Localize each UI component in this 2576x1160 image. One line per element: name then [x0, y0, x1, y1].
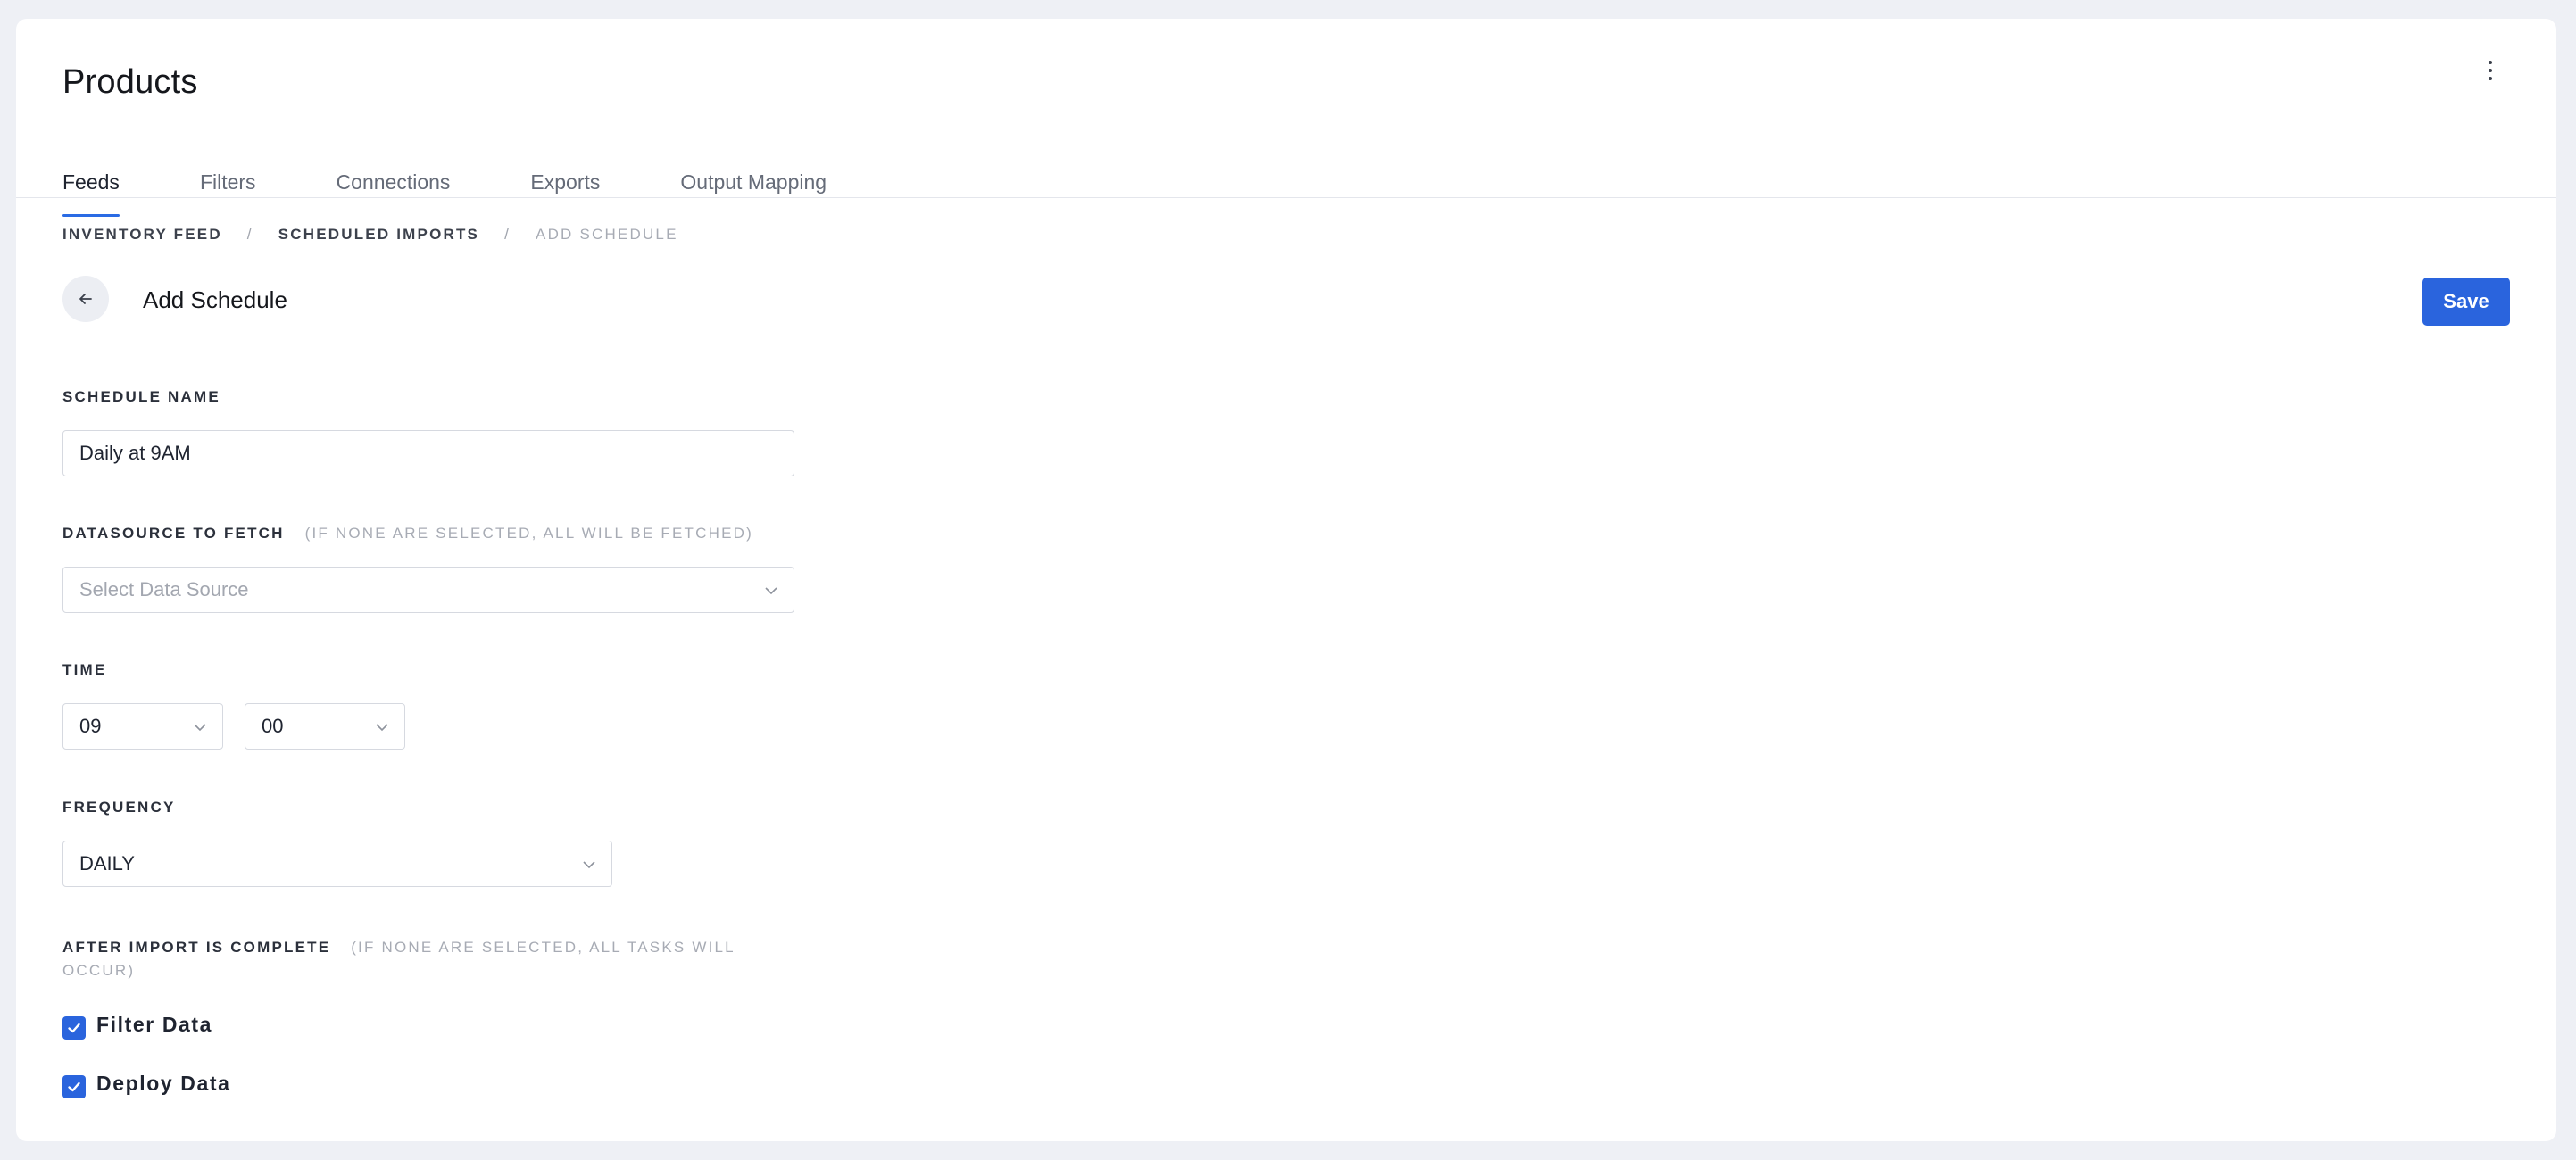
datasource-label: DATASOURCE TO FETCH (IF NONE ARE SELECTE… [62, 525, 753, 543]
tab-output-mapping[interactable]: Output Mapping [680, 151, 827, 217]
breadcrumb-separator: / [246, 226, 253, 243]
hour-value: 09 [79, 715, 102, 737]
filter-data-label: Filter Data [96, 1012, 213, 1036]
breadcrumb-add-schedule: ADD SCHEDULE [536, 226, 678, 243]
datasource-select[interactable]: Select Data Source [62, 567, 794, 613]
breadcrumb-separator: / [504, 226, 511, 243]
schedule-name-input[interactable] [62, 430, 794, 476]
back-button[interactable] [62, 276, 109, 322]
frequency-value: DAILY [79, 852, 135, 874]
after-import-hint-line1: (IF NONE ARE SELECTED, ALL TASKS WILL [351, 939, 735, 956]
arrow-left-icon [79, 294, 92, 304]
breadcrumb: INVENTORY FEED / SCHEDULED IMPORTS / ADD… [62, 226, 678, 244]
tab-exports[interactable]: Exports [530, 151, 600, 217]
form-title: Add Schedule [143, 286, 287, 313]
after-import-label-text: AFTER IMPORT IS COMPLETE [62, 939, 331, 956]
tab-feeds[interactable]: Feeds [62, 151, 120, 217]
chevron-down-icon [376, 724, 388, 732]
deploy-data-label: Deploy Data [96, 1071, 231, 1095]
datasource-label-text: DATASOURCE TO FETCH [62, 525, 285, 542]
page-header: Products [62, 63, 198, 102]
save-button[interactable]: Save [2422, 278, 2510, 326]
tab-bar: Feeds Filters Connections Exports Output… [62, 151, 907, 217]
chevron-down-icon [194, 724, 206, 732]
after-import-hint-line2: OCCUR) [62, 962, 136, 979]
tab-connections[interactable]: Connections [337, 151, 451, 217]
filter-data-checkbox[interactable] [62, 1016, 86, 1040]
deploy-data-option[interactable]: Deploy Data [62, 1068, 231, 1098]
tab-filters[interactable]: Filters [200, 151, 256, 217]
hour-select[interactable]: 09 [62, 703, 223, 750]
checkmark-icon [68, 1081, 80, 1092]
time-label: TIME [62, 661, 107, 678]
breadcrumb-scheduled-imports[interactable]: SCHEDULED IMPORTS [278, 226, 479, 244]
deploy-data-checkbox[interactable] [62, 1075, 86, 1098]
breadcrumb-inventory-feed[interactable]: INVENTORY FEED [62, 226, 222, 244]
after-import-label: AFTER IMPORT IS COMPLETE (IF NONE ARE SE… [62, 936, 735, 982]
page-title: Products [62, 63, 198, 101]
filter-data-option[interactable]: Filter Data [62, 1009, 212, 1040]
datasource-placeholder: Select Data Source [79, 578, 249, 601]
frequency-label: FREQUENCY [62, 799, 176, 816]
datasource-hint: (IF NONE ARE SELECTED, ALL WILL BE FETCH… [304, 525, 753, 542]
checkmark-icon [68, 1023, 80, 1033]
chevron-down-icon [583, 861, 595, 869]
chevron-down-icon [765, 587, 777, 595]
main-card: Products Feeds Filters Connections Expor… [16, 19, 2556, 1141]
frequency-select[interactable]: DAILY [62, 841, 612, 887]
minute-select[interactable]: 00 [245, 703, 405, 750]
minute-value: 00 [262, 715, 284, 737]
more-vertical-icon[interactable] [2471, 51, 2510, 90]
tabs-divider [16, 197, 2556, 198]
schedule-name-label: SCHEDULE NAME [62, 388, 220, 405]
